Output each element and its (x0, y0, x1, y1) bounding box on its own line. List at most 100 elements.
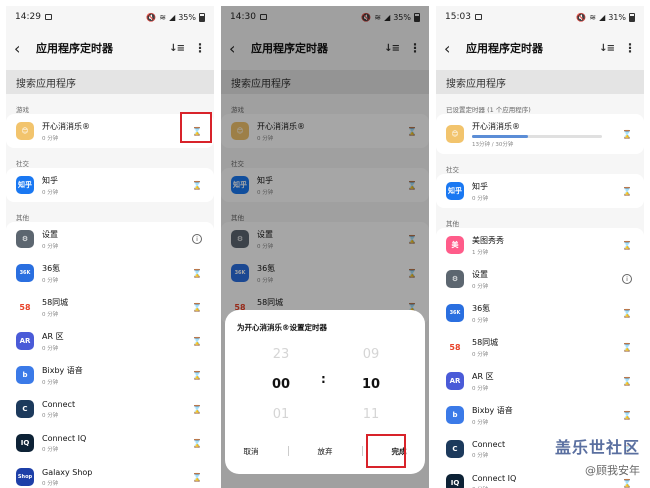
sort-icon[interactable]: ↓≡ (599, 43, 615, 54)
info-icon[interactable]: i (190, 234, 204, 244)
list-item[interactable]: 知乎 知乎 0 分钟 ⌛ (436, 174, 644, 208)
app-name: 美图秀秀 (472, 235, 504, 245)
hours-wheel[interactable]: 23 00 01 (261, 340, 301, 430)
hours-next: 01 (272, 407, 290, 422)
app-list: 游戏 😊 开心消消乐® 0 分钟 ⌛ 社交 知乎 知乎 0 分钟 ⌛ 其他 ⚙ 设置 0 分钟 i 36K 36… (6, 100, 214, 488)
list-item[interactable]: 58 58同城 0 分钟 ⌛ (436, 330, 644, 364)
app-name: Connect IQ (42, 433, 87, 443)
minutes-value[interactable]: 10 (351, 370, 391, 400)
hourglass-icon[interactable]: ⌛ (620, 309, 634, 318)
list-item[interactable]: ⚙ 设置 0 分钟 i (6, 222, 214, 256)
section-label: 社交 (446, 166, 459, 174)
hourglass-icon[interactable]: ⌛ (620, 241, 634, 250)
signal-icon: ◢ (599, 12, 606, 22)
usage-text: 0 分钟 (42, 243, 59, 250)
app-icon: IQ (16, 434, 34, 452)
hourglass-icon[interactable]: ⌛ (190, 473, 204, 482)
app-icon: b (446, 406, 464, 424)
app-icon: 😊 (446, 125, 464, 143)
app-icon: 58 (16, 298, 34, 316)
watermark-user: @顾我安年 (585, 464, 640, 477)
cancel-button[interactable]: 取消 (236, 446, 267, 457)
app-icon: C (446, 440, 464, 458)
hourglass-icon[interactable]: ⌛ (620, 187, 634, 196)
usage-text: 0 分钟 (42, 189, 59, 196)
back-arrow-icon[interactable]: ‹ (444, 39, 462, 58)
list-item[interactable]: AR AR 区 0 分钟 ⌛ (436, 364, 644, 398)
more-options-icon[interactable]: ⋮ (194, 41, 206, 55)
hourglass-icon[interactable]: ⌛ (190, 439, 204, 448)
hourglass-icon[interactable]: ⌛ (190, 337, 204, 346)
app-name: Bixby 语音 (42, 365, 83, 375)
app-icon: 😊 (16, 122, 34, 140)
list-item[interactable]: AR AR 区 0 分钟 ⌛ (6, 324, 214, 358)
battery-icon (629, 12, 635, 22)
list-item[interactable]: b Bixby 语音 0 分钟 ⌛ (436, 398, 644, 432)
search-input[interactable]: 搜索应用程序 (6, 70, 214, 94)
hourglass-icon[interactable]: ⌛ (620, 130, 634, 139)
list-item[interactable]: b Bixby 语音 0 分钟 ⌛ (6, 358, 214, 392)
status-bar: 14:29 🔇 ≋ ◢ 35% (6, 6, 214, 28)
section-label: 其他 (16, 214, 29, 222)
hours-value[interactable]: 00 (261, 370, 301, 400)
screen-timer-set: 15:03 🔇 ≋ ◢ 31% ‹ 应用程序定时器 ↓≡ ⋮ 搜索应用程序 已设置定时… (436, 6, 644, 488)
app-name: AR 区 (42, 331, 64, 341)
button-divider (361, 446, 363, 456)
watermark: 盖乐世社区 @顾我安年 (555, 434, 640, 478)
app-name: Connect (42, 399, 76, 409)
list-item[interactable]: 36K 36氪 0 分钟 ⌛ (436, 296, 644, 330)
list-item[interactable]: Shop Galaxy Shop 0 分钟 ⌛ (6, 460, 214, 488)
status-bar: 15:03 🔇 ≋ ◢ 31% (436, 6, 644, 28)
discard-button[interactable]: 放弃 (310, 446, 341, 457)
hourglass-icon[interactable]: ⌛ (620, 411, 634, 420)
usage-text: 0 分钟 (42, 379, 59, 386)
list-item[interactable]: ⚙ 设置 0 分钟 i (436, 262, 644, 296)
gallery-notification-icon (44, 14, 52, 20)
hourglass-icon[interactable]: ⌛ (190, 371, 204, 380)
usage-text: 0 分钟 (472, 351, 489, 358)
back-arrow-icon[interactable]: ‹ (14, 39, 32, 58)
title-bar: ‹ 应用程序定时器 ↓≡ ⋮ (6, 28, 214, 68)
app-name: 设置 (472, 269, 488, 279)
list-item[interactable]: 😊 开心消消乐® 13分钟 / 30分钟 ⌛ (436, 114, 644, 154)
status-time: 14:29 (15, 12, 41, 22)
app-icon: 知乎 (446, 182, 464, 200)
section-card: ⚙ 设置 0 分钟 i 36K 36氪 0 分钟 ⌛ 58 58同城 0 分钟 ⌛ AR AR 区 0 分钟… (6, 222, 214, 488)
app-icon: AR (446, 372, 464, 390)
section-label: 社交 (16, 160, 29, 168)
usage-text: 0 分钟 (42, 311, 59, 318)
hourglass-icon[interactable]: ⌛ (190, 181, 204, 190)
title-bar: ‹ 应用程序定时器 ↓≡ ⋮ (436, 28, 644, 68)
list-item[interactable]: IQ Connect IQ 0 分钟 ⌛ (6, 426, 214, 460)
list-item[interactable]: 58 58同城 0 分钟 ⌛ (6, 290, 214, 324)
more-options-icon[interactable]: ⋮ (624, 41, 636, 55)
usage-text: 0 分钟 (42, 412, 59, 419)
status-time: 15:03 (445, 12, 471, 22)
app-icon: b (16, 366, 34, 384)
list-item[interactable]: 知乎 知乎 0 分钟 ⌛ (6, 168, 214, 202)
hourglass-icon[interactable]: ⌛ (620, 377, 634, 386)
time-picker[interactable]: 23 00 01 : 09 10 11 (225, 340, 425, 436)
hourglass-icon[interactable]: ⌛ (620, 479, 634, 488)
app-name: 知乎 (42, 175, 58, 185)
hourglass-icon[interactable]: ⌛ (620, 343, 634, 352)
usage-text: 0 分钟 (42, 480, 59, 487)
sort-icon[interactable]: ↓≡ (169, 43, 185, 54)
search-input[interactable]: 搜索应用程序 (436, 70, 644, 94)
app-name: 58同城 (472, 337, 499, 347)
hours-prev: 23 (272, 347, 290, 362)
usage-progress-bar (472, 134, 602, 138)
hourglass-icon[interactable]: ⌛ (190, 303, 204, 312)
list-item[interactable]: C Connect 0 分钟 ⌛ (6, 392, 214, 426)
app-icon: C (16, 400, 34, 418)
hourglass-icon[interactable]: ⌛ (190, 405, 204, 414)
highlight-hourglass-box (180, 112, 212, 143)
list-item[interactable]: 美美图秀秀 1 分钟 ⌛ (436, 228, 644, 262)
hourglass-icon[interactable]: ⌛ (190, 269, 204, 278)
minutes-wheel[interactable]: 09 10 11 (351, 340, 391, 430)
info-icon[interactable]: i (620, 274, 634, 284)
time-colon: : (321, 372, 326, 386)
list-item[interactable]: 36K 36氪 0 分钟 ⌛ (6, 256, 214, 290)
usage-text: 13分钟 / 30分钟 (472, 141, 514, 148)
app-name: 36氪 (472, 303, 491, 313)
